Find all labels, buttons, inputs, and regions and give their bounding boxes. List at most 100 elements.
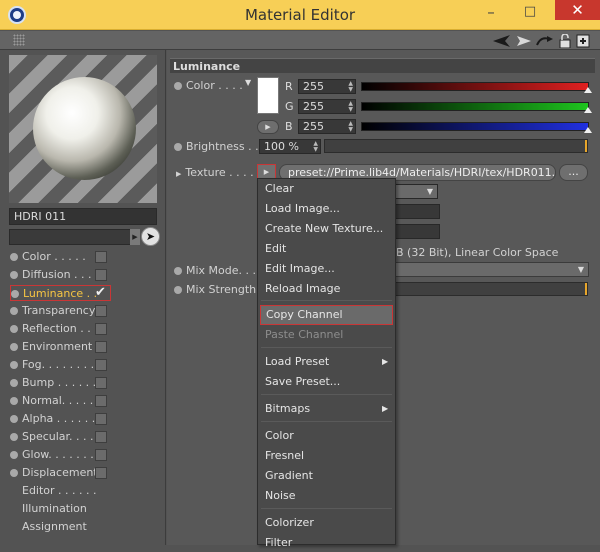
forward-arrow-icon[interactable] (517, 36, 531, 46)
g-label: G (285, 100, 294, 113)
channel-checkbox[interactable] (95, 395, 107, 407)
param-dot-icon (174, 267, 182, 275)
picker-arrow-icon[interactable]: ➤ (141, 227, 160, 246)
menu-item-edit[interactable]: Edit (265, 240, 286, 258)
channel-dot-icon (10, 325, 18, 333)
back-arrow-icon[interactable] (493, 35, 510, 47)
menu-separator (261, 421, 392, 422)
hdri-preview-sphere (33, 77, 136, 180)
submenu-arrow-icon: ▶ (382, 404, 389, 413)
channel-dot-icon (11, 290, 19, 298)
texture-browse-button[interactable]: ... (559, 164, 588, 181)
texture-context-menu: Clear Load Image... Create New Texture..… (257, 178, 396, 549)
channel-checkbox[interactable] (95, 467, 107, 479)
minimize-button[interactable]: – (477, 1, 505, 23)
slider-knob-icon[interactable] (584, 107, 592, 113)
menu-item-filter[interactable]: Filter (265, 534, 292, 552)
spinner-icon[interactable]: ▲ ▼ (313, 141, 318, 153)
brightness-field[interactable]: 100 % ▲ ▼ (259, 139, 321, 154)
r-value-field[interactable]: 255 ▲ ▼ (298, 79, 356, 94)
mixstrength-slider[interactable] (394, 282, 588, 296)
menu-item-gradient[interactable]: Gradient (265, 467, 313, 485)
checkmark-icon[interactable]: ✔ (95, 285, 106, 301)
channel-dot-icon (10, 361, 18, 369)
preview-mode-field[interactable] (9, 229, 131, 245)
mixstrength-param[interactable]: Mix Strength (174, 282, 256, 298)
menu-separator (261, 347, 392, 348)
section-header: Luminance (170, 58, 595, 73)
menu-item-save-preset[interactable]: Save Preset... (265, 373, 340, 391)
menu-separator (261, 300, 392, 301)
g-slider[interactable] (361, 102, 592, 113)
menu-item-create-texture[interactable]: Create New Texture... (265, 220, 383, 238)
grip-handle-icon[interactable] (13, 34, 25, 46)
menu-item-clear[interactable]: Clear (265, 180, 294, 198)
b-label: B (285, 120, 293, 133)
blur-scale-field[interactable] (394, 224, 440, 239)
menu-item-bitmaps[interactable]: Bitmaps ▶ (265, 400, 390, 418)
color-swatch[interactable] (257, 77, 279, 114)
lock-icon[interactable] (559, 34, 571, 48)
channel-checkbox[interactable] (95, 431, 107, 443)
menu-item-paste-channel: Paste Channel (265, 328, 344, 341)
channel-checkbox[interactable] (95, 323, 107, 335)
color-picker-button[interactable]: ▶ (257, 120, 279, 134)
channel-checkbox[interactable] (95, 269, 107, 281)
channel-checkbox[interactable] (95, 341, 107, 353)
sidebar-item-editor[interactable]: Editor . . . . . . (22, 483, 97, 499)
menu-item-noise[interactable]: Noise (265, 487, 296, 505)
texture-param[interactable]: ▶ Texture . . . . . . (176, 165, 268, 181)
color-param[interactable]: Color . . . . (174, 78, 243, 94)
menu-item-colorizer[interactable]: Colorizer (265, 514, 314, 532)
g-value-field[interactable]: 255 ▲ ▼ (298, 99, 356, 114)
channel-checkbox[interactable] (95, 359, 107, 371)
channel-dot-icon (10, 397, 18, 405)
menu-item-color[interactable]: Color (265, 427, 294, 445)
submenu-arrow-icon: ▶ (382, 357, 389, 366)
channel-dot-icon (10, 433, 18, 441)
channel-checkbox[interactable] (95, 377, 107, 389)
spinner-icon[interactable]: ▲ ▼ (348, 101, 353, 113)
brightness-slider[interactable] (324, 139, 588, 153)
close-button[interactable]: ✕ (555, 0, 600, 20)
channel-luminance[interactable]: Luminance . . ✔ (10, 285, 111, 301)
expand-arrow-icon[interactable]: ▶ (176, 170, 181, 178)
r-slider[interactable] (361, 82, 592, 93)
channel-dot-icon (10, 379, 18, 387)
channel-dot-icon (10, 343, 18, 351)
menu-item-load-preset[interactable]: Load Preset ▶ (265, 353, 390, 371)
curve-arrow-icon[interactable] (536, 36, 553, 46)
spinner-icon[interactable]: ▲ ▼ (348, 81, 353, 93)
sidebar-item-assignment[interactable]: Assignment (22, 519, 87, 535)
menu-item-fresnel[interactable]: Fresnel (265, 447, 304, 465)
slider-knob-icon[interactable] (584, 87, 592, 93)
brightness-param[interactable]: Brightness . . (174, 139, 259, 155)
channel-checkbox[interactable] (95, 305, 107, 317)
sidebar-item-illumination[interactable]: Illumination (22, 501, 87, 517)
spinner-icon[interactable]: ▲ ▼ (348, 121, 353, 133)
channel-checkbox[interactable] (95, 251, 107, 263)
material-name-field[interactable]: HDRI 011 (9, 208, 157, 225)
channel-checkbox[interactable] (95, 413, 107, 425)
mixmode-dropdown[interactable]: ▼ (394, 262, 589, 277)
menu-item-copy-channel[interactable]: Copy Channel (260, 305, 393, 325)
menu-item-edit-image[interactable]: Edit Image... (265, 260, 335, 278)
blur-offset-field[interactable] (394, 204, 440, 219)
preview-mode-arrow-icon[interactable]: ▶ (130, 229, 140, 245)
menu-item-reload-image[interactable]: Reload Image (265, 280, 340, 298)
new-panel-icon[interactable] (576, 34, 590, 48)
mixmode-param[interactable]: Mix Mode. . . . (174, 263, 263, 279)
swatch-dropdown-icon[interactable]: ▼ (245, 78, 251, 87)
b-slider[interactable] (361, 122, 592, 133)
menu-item-load-image[interactable]: Load Image... (265, 200, 340, 218)
maximize-button[interactable]: □ (516, 1, 544, 23)
sampling-dropdown[interactable]: ▼ (394, 184, 438, 199)
param-dot-icon (174, 143, 182, 151)
channel-dot-icon (10, 469, 18, 477)
r-label: R (285, 80, 293, 93)
slider-knob-icon[interactable] (584, 127, 592, 133)
param-dot-icon (174, 286, 182, 294)
channel-checkbox[interactable] (95, 449, 107, 461)
channel-dot-icon (10, 253, 18, 261)
b-value-field[interactable]: 255 ▲ ▼ (298, 119, 356, 134)
